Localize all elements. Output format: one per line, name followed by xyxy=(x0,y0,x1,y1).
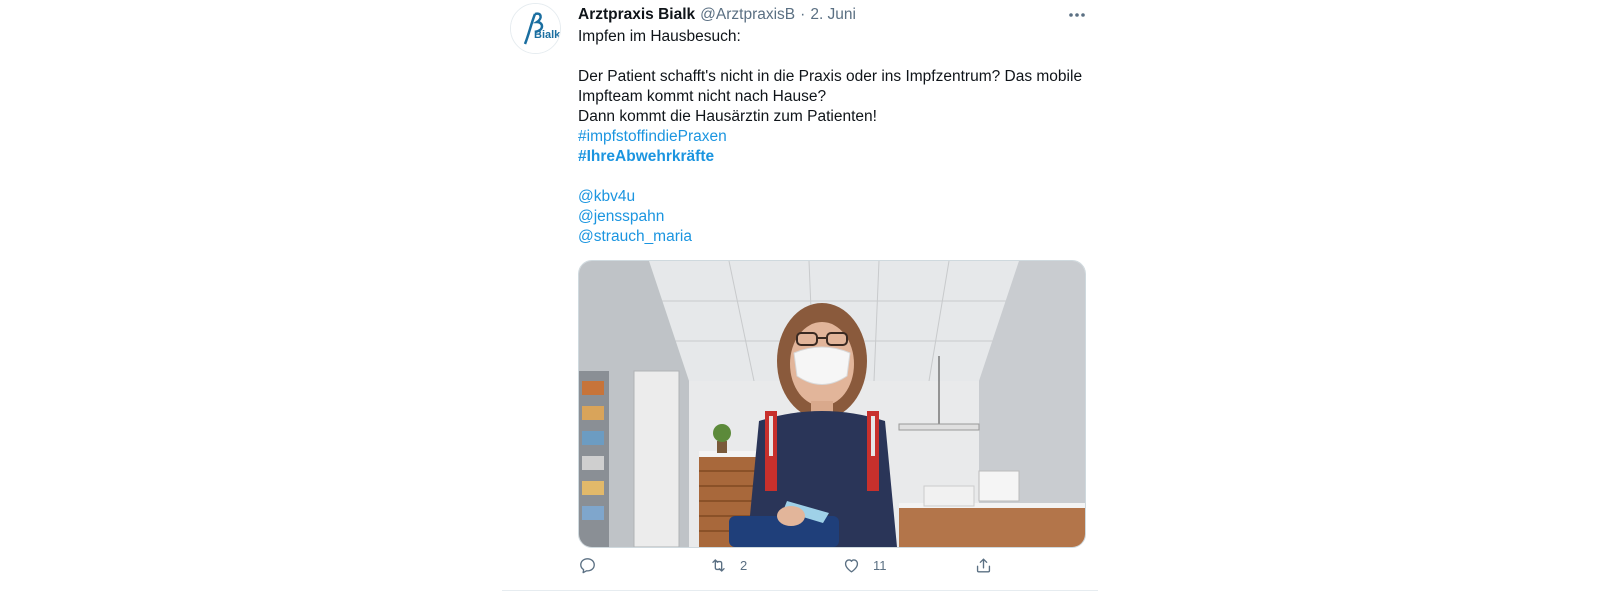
hashtag-link[interactable]: #impfstoffindiePraxen xyxy=(578,127,1088,147)
tweet-text-line: Der Patient schafft's nicht in die Praxi… xyxy=(578,68,1083,85)
avatar[interactable]: Bialk xyxy=(510,3,561,54)
tweet-text-line: Dann kommt die Hausärztin zum Patienten! xyxy=(578,108,877,125)
tweet-text-line: Impfteam kommt nicht nach Hause? xyxy=(578,88,827,105)
reply-icon xyxy=(580,558,595,574)
header-separator: · xyxy=(800,6,806,23)
avatar-logo-text: Bialk xyxy=(534,29,560,41)
mention-link[interactable]: @jensspahn xyxy=(578,207,1088,227)
tweet-photo[interactable] xyxy=(578,260,1086,548)
hashtag-link[interactable]: #IhreAbwehrkräfte xyxy=(578,147,1088,167)
tweet-date[interactable]: 2. Juni xyxy=(810,6,856,24)
tweet-text: Impfen im Hausbesuch: Der Patient schaff… xyxy=(578,27,1088,247)
tweet-actions: 2 11 xyxy=(578,556,1084,578)
reply-button[interactable] xyxy=(578,556,609,575)
like-count: 11 xyxy=(873,558,887,573)
share-button[interactable] xyxy=(974,556,993,575)
retweet-count: 2 xyxy=(740,558,748,573)
more-options-button[interactable] xyxy=(1064,5,1090,25)
practice-logo: Bialk xyxy=(511,4,560,53)
tweet-text-spacer xyxy=(578,167,1088,187)
tweet: Bialk Arztpraxis Bialk @ArztpraxisB · 2.… xyxy=(502,0,1098,591)
more-horizontal-icon xyxy=(1069,13,1085,17)
mention-link[interactable]: @kbv4u xyxy=(578,187,1088,207)
author-handle[interactable]: @ArztpraxisB xyxy=(700,6,795,24)
share-icon xyxy=(976,558,991,573)
retweet-button[interactable]: 2 xyxy=(709,556,747,575)
tweet-header: Arztpraxis Bialk @ArztpraxisB · 2. Juni xyxy=(578,6,856,26)
heart-icon xyxy=(844,559,859,573)
mention-link[interactable]: @strauch_maria xyxy=(578,227,1088,247)
retweet-icon xyxy=(712,559,725,572)
like-button[interactable]: 11 xyxy=(842,556,887,575)
author-name[interactable]: Arztpraxis Bialk xyxy=(578,6,695,24)
tweet-text-line: Impfen im Hausbesuch: xyxy=(578,28,741,45)
tweet-text-line xyxy=(578,47,1088,67)
photo-illustration xyxy=(579,261,1085,547)
